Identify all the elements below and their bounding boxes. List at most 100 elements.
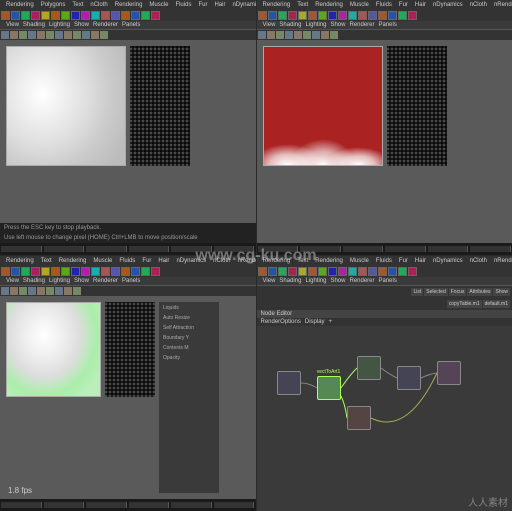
shelf-tool-icon[interactable] [398, 11, 407, 20]
viewport[interactable]: Liquids Auto Resize Self Attraction Boun… [0, 296, 256, 499]
shelf-tool-icon[interactable] [141, 267, 150, 276]
shelf-tool-icon[interactable] [348, 11, 357, 20]
shelf-tool-icon[interactable] [31, 11, 40, 20]
menu-item[interactable]: nRender [492, 257, 512, 265]
menu-item[interactable]: Rendering [261, 257, 293, 265]
vp-menu-item[interactable]: Shading [23, 22, 45, 28]
menu-item[interactable]: Muscle [91, 257, 114, 265]
menu-item[interactable]: Fur [397, 1, 410, 9]
viewport-tool-icon[interactable] [276, 31, 284, 39]
tab-button[interactable]: List [411, 288, 423, 296]
vp-menu-item[interactable]: View [263, 278, 276, 284]
ne-menu-item[interactable]: Display [305, 319, 325, 325]
vp-menu-item[interactable]: Show [74, 278, 89, 284]
menu-item[interactable]: Fur [196, 1, 209, 9]
viewport-tool-icon[interactable] [46, 287, 54, 295]
shelf-tool-icon[interactable] [348, 267, 357, 276]
shelf-tool-icon[interactable] [388, 11, 397, 20]
viewport-tool-icon[interactable] [37, 287, 45, 295]
viewport-tool-icon[interactable] [285, 31, 293, 39]
timeline[interactable] [257, 243, 512, 255]
timeline[interactable] [0, 243, 256, 255]
tab-button[interactable]: Show [493, 288, 510, 296]
shelf-tool-icon[interactable] [81, 267, 90, 276]
viewport-tool-icon[interactable] [55, 287, 63, 295]
shelf-tool-icon[interactable] [51, 11, 60, 20]
menu-item[interactable]: Text [70, 1, 85, 9]
menu-item[interactable]: Rendering [57, 257, 89, 265]
tab-button[interactable]: Attributes [467, 288, 492, 296]
menu-item[interactable]: Fluids [374, 1, 394, 9]
viewport-tool-icon[interactable] [1, 287, 9, 295]
vp-menu-item[interactable]: Panels [379, 278, 397, 284]
vp-menu-item[interactable]: Panels [122, 278, 140, 284]
shelf-tool-icon[interactable] [21, 267, 30, 276]
shelf-tool-icon[interactable] [358, 267, 367, 276]
viewport-tool-icon[interactable] [321, 31, 329, 39]
shader-node[interactable] [347, 406, 371, 430]
shelf-tool-icon[interactable] [388, 267, 397, 276]
shelf-tool-icon[interactable] [131, 11, 140, 20]
viewport[interactable] [0, 40, 256, 223]
shelf-tool-icon[interactable] [141, 11, 150, 20]
menu-item[interactable]: Hair [413, 1, 428, 9]
node-editor-canvas[interactable]: vectToArt1 [257, 326, 512, 511]
shelf-tool-icon[interactable] [71, 11, 80, 20]
vp-menu-item[interactable]: Lighting [49, 278, 70, 284]
shelf-tool-icon[interactable] [151, 267, 160, 276]
shelf-tool-icon[interactable] [318, 11, 327, 20]
shelf-tool-icon[interactable] [31, 267, 40, 276]
viewport-tool-icon[interactable] [82, 31, 90, 39]
menu-item[interactable]: Polygons [39, 1, 68, 9]
viewport-tool-icon[interactable] [294, 31, 302, 39]
shelf-tool-icon[interactable] [101, 11, 110, 20]
viewport-tool-icon[interactable] [303, 31, 311, 39]
vp-menu-item[interactable]: Shading [23, 278, 45, 284]
shelf-tool-icon[interactable] [258, 11, 267, 20]
menu-item[interactable]: Fluids [117, 257, 137, 265]
shelf-tool-icon[interactable] [101, 267, 110, 276]
shelf-tool-icon[interactable] [338, 11, 347, 20]
vp-menu-item[interactable]: Renderer [93, 278, 118, 284]
ne-menu-item[interactable]: RenderOptions [261, 319, 301, 325]
shelf-tool-icon[interactable] [288, 11, 297, 20]
viewport-tool-icon[interactable] [100, 31, 108, 39]
menu-item[interactable]: Text [39, 257, 54, 265]
viewport-tool-icon[interactable] [73, 287, 81, 295]
menu-item[interactable]: Rendering [4, 257, 36, 265]
viewport[interactable] [257, 40, 512, 243]
menu-item[interactable]: Hair [413, 257, 428, 265]
vp-menu-item[interactable]: Renderer [349, 22, 374, 28]
shelf-tool-icon[interactable] [41, 11, 50, 20]
viewport-tool-icon[interactable] [55, 31, 63, 39]
viewport-tool-icon[interactable] [46, 31, 54, 39]
vp-menu-item[interactable]: View [6, 22, 19, 28]
menu-item[interactable]: Rendering [4, 1, 36, 9]
vp-menu-item[interactable]: Shading [279, 22, 301, 28]
menu-item[interactable]: Hair [212, 1, 227, 9]
shelf-tool-icon[interactable] [11, 267, 20, 276]
shelf-tool-icon[interactable] [278, 11, 287, 20]
shelf-tool-icon[interactable] [278, 267, 287, 276]
menu-item[interactable]: nDynamics [431, 257, 465, 265]
viewport-tool-icon[interactable] [1, 31, 9, 39]
vp-menu-item[interactable]: Show [330, 278, 345, 284]
menu-item[interactable]: nCloth [468, 257, 489, 265]
shelf-tool-icon[interactable] [51, 267, 60, 276]
vp-menu-item[interactable]: Lighting [305, 278, 326, 284]
shelf-tool-icon[interactable] [121, 267, 130, 276]
viewport-tool-icon[interactable] [28, 287, 36, 295]
shelf-tool-icon[interactable] [1, 11, 10, 20]
shelf-tool-icon[interactable] [21, 11, 30, 20]
menu-item[interactable]: nCloth [88, 1, 109, 9]
menu-item[interactable]: Rendering [113, 1, 145, 9]
shader-node[interactable] [357, 356, 381, 380]
shelf-tool-icon[interactable] [318, 267, 327, 276]
shelf-tool-icon[interactable] [408, 11, 417, 20]
vp-menu-item[interactable]: Panels [122, 22, 140, 28]
shelf-tool-icon[interactable] [151, 11, 160, 20]
viewport-tool-icon[interactable] [19, 31, 27, 39]
shelf-tool-icon[interactable] [328, 267, 337, 276]
menu-item[interactable]: nDynamics [174, 257, 208, 265]
vp-menu-item[interactable]: Lighting [305, 22, 326, 28]
